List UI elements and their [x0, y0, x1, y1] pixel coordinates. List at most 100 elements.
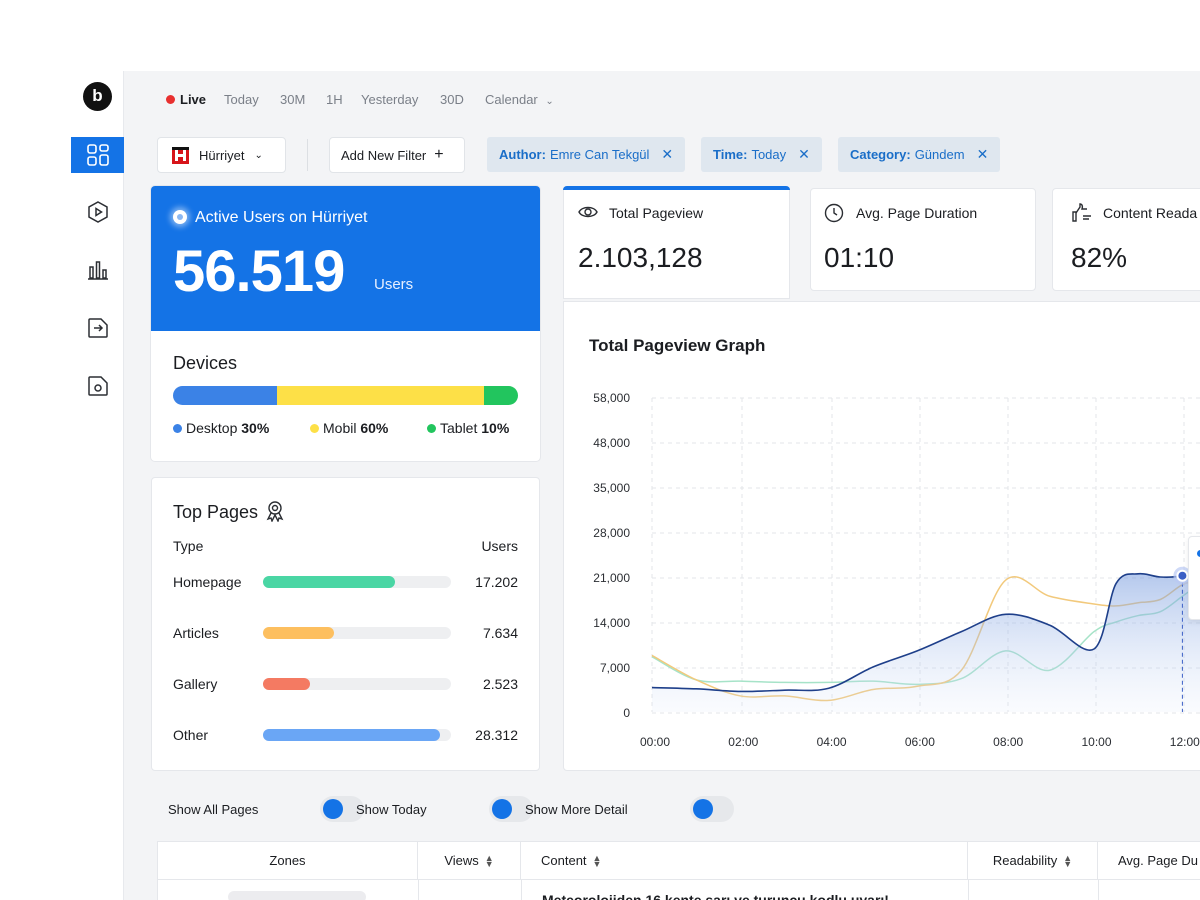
chip-value: Emre Can Tekgül	[549, 147, 650, 162]
add-filter-button[interactable]: Add New Filter +	[329, 137, 465, 173]
x-tick-label: 02:00	[728, 735, 758, 749]
highlight-point[interactable]	[1176, 569, 1189, 582]
time-30m[interactable]: 30M	[280, 92, 305, 107]
th-content[interactable]: Content ▲ ▼	[521, 842, 968, 879]
play-hexagon-icon	[87, 201, 108, 223]
col-divider	[521, 879, 522, 900]
top-page-bar-fill	[263, 729, 440, 741]
sidebar-item-video[interactable]	[71, 194, 124, 230]
chevron-down-icon: ⌄	[254, 149, 263, 161]
chip-value: Today	[751, 147, 787, 162]
filter-chip-category[interactable]: Category: Gündem ✕	[838, 137, 1001, 172]
sidebar-item-analytics[interactable]	[71, 252, 124, 288]
top-page-users: 2.523	[482, 676, 518, 692]
active-users-unit: Users	[374, 276, 414, 293]
main-content: Live Today 30M 1H Yesterday 30D Calendar…	[124, 71, 1200, 900]
toggle-label: Show Today	[356, 802, 427, 817]
divider	[307, 139, 308, 171]
stat-card-pageview[interactable]: Total Pageview 2.103,128	[563, 186, 790, 299]
toggle-label: Show All Pages	[168, 802, 259, 817]
plus-icon: +	[434, 146, 444, 163]
active-users-card: Active Users on Hürriyet 56.519 Users De…	[151, 186, 540, 461]
time-30d[interactable]: 30D	[440, 92, 464, 107]
top-page-bar-track	[263, 576, 451, 588]
y-tick-label: 58,000	[593, 391, 630, 405]
clock-icon	[824, 203, 844, 223]
pageview-chart[interactable]: 58,000 48,000 35,000 28,000 21,000 14,000 7,00…	[564, 302, 1200, 772]
legend-label: Desktop	[186, 420, 238, 436]
active-users-panel: Active Users on Hürriyet 56.519 Users	[151, 186, 540, 331]
stat-label: Content Reada	[1103, 205, 1198, 221]
y-tick-label: 0	[623, 706, 630, 720]
top-page-bar-fill	[263, 627, 335, 639]
th-label: Avg. Page Du	[1118, 853, 1198, 868]
filter-chip-time[interactable]: Time: Today ✕	[701, 137, 822, 172]
chevron-down-icon: ⌄	[545, 96, 554, 107]
stat-card-duration[interactable]: Avg. Page Duration 01:10	[810, 188, 1036, 291]
time-yesterday[interactable]: Yesterday	[361, 92, 418, 107]
site-label: Hürriyet	[199, 147, 245, 163]
close-icon[interactable]: ✕	[661, 146, 673, 163]
legend-pct: 60%	[360, 420, 389, 436]
x-tick-label: 06:00	[905, 735, 935, 749]
device-segment-tablet	[483, 386, 518, 405]
y-tick-label: 14,000	[593, 616, 630, 630]
sidebar-item-export[interactable]	[71, 310, 124, 346]
stat-label: Total Pageview	[609, 205, 704, 221]
y-tick-label: 28,000	[593, 526, 630, 540]
sidebar-item-tag[interactable]	[71, 368, 124, 404]
col-divider	[968, 879, 969, 900]
live-button[interactable]: Live	[166, 92, 206, 107]
data-table: Zones Views ▲ ▼ Content ▲ ▼ Readability ▲ ▼ Av…	[157, 841, 1200, 900]
y-tick-label: 48,000	[593, 436, 630, 450]
col-users: Users	[481, 538, 518, 554]
eye-icon	[578, 206, 598, 218]
hurriyet-logo-icon	[172, 146, 189, 164]
active-users-count: 56.519	[173, 239, 345, 304]
close-icon[interactable]: ✕	[977, 146, 989, 163]
toggle-show-more-detail[interactable]	[690, 796, 734, 822]
time-1h[interactable]: 1H	[326, 92, 343, 107]
filter-chip-author[interactable]: Author: Emre Can Tekgül ✕	[487, 137, 686, 172]
sidebar-item-dashboard[interactable]	[71, 137, 124, 173]
toggle-knob	[693, 799, 713, 819]
top-page-users: 17.202	[475, 574, 518, 590]
legend-mobil: Mobil 60%	[310, 420, 388, 436]
top-pages-title: Top Pages	[173, 502, 259, 522]
row-content-title[interactable]: Meteorolojiden 16 kente sarı ve turuncu …	[542, 892, 889, 900]
th-label: Readability	[992, 853, 1058, 868]
th-label: Zones	[269, 853, 306, 868]
x-tick-label: 04:00	[817, 735, 847, 749]
calendar-dropdown[interactable]: Calendar ⌄	[485, 92, 554, 107]
top-page-type: Gallery	[173, 676, 218, 692]
legend-pct: 10%	[481, 420, 510, 436]
tag-icon	[87, 376, 108, 396]
top-page-bar-track	[263, 729, 451, 741]
th-zones[interactable]: Zones	[158, 842, 418, 879]
th-readability[interactable]: Readability ▲ ▼	[968, 842, 1098, 879]
legend-tablet: Tablet 10%	[427, 420, 509, 436]
time-today[interactable]: Today	[224, 92, 259, 107]
logo[interactable]: b	[83, 82, 112, 111]
y-tick-label: 35,000	[593, 481, 630, 495]
site-dropdown[interactable]: Hürriyet ⌄	[157, 137, 286, 173]
top-page-bar-fill	[263, 576, 395, 588]
add-filter-label: Add New Filter	[341, 147, 427, 163]
top-page-type: Homepage	[173, 574, 242, 590]
top-page-type: Other	[173, 727, 209, 743]
toggle-label: Show More Detail	[525, 802, 628, 817]
col-type: Type	[173, 538, 204, 554]
th-label: Views	[444, 853, 479, 868]
stat-card-readability[interactable]: Content Reada 82%	[1052, 188, 1200, 291]
stat-value: 82%	[1071, 242, 1128, 273]
thumbs-icon	[1072, 203, 1091, 222]
th-avg-duration[interactable]: Avg. Page Du	[1098, 842, 1200, 879]
top-page-bar-track	[263, 627, 451, 639]
close-icon[interactable]: ✕	[798, 146, 810, 163]
top-page-users: 7.634	[482, 625, 518, 641]
legend-pct: 30%	[241, 420, 270, 436]
series-area-0	[652, 569, 1200, 712]
dashboard-icon	[86, 144, 109, 166]
bar-chart-icon	[87, 261, 108, 280]
th-views[interactable]: Views ▲ ▼	[418, 842, 521, 879]
